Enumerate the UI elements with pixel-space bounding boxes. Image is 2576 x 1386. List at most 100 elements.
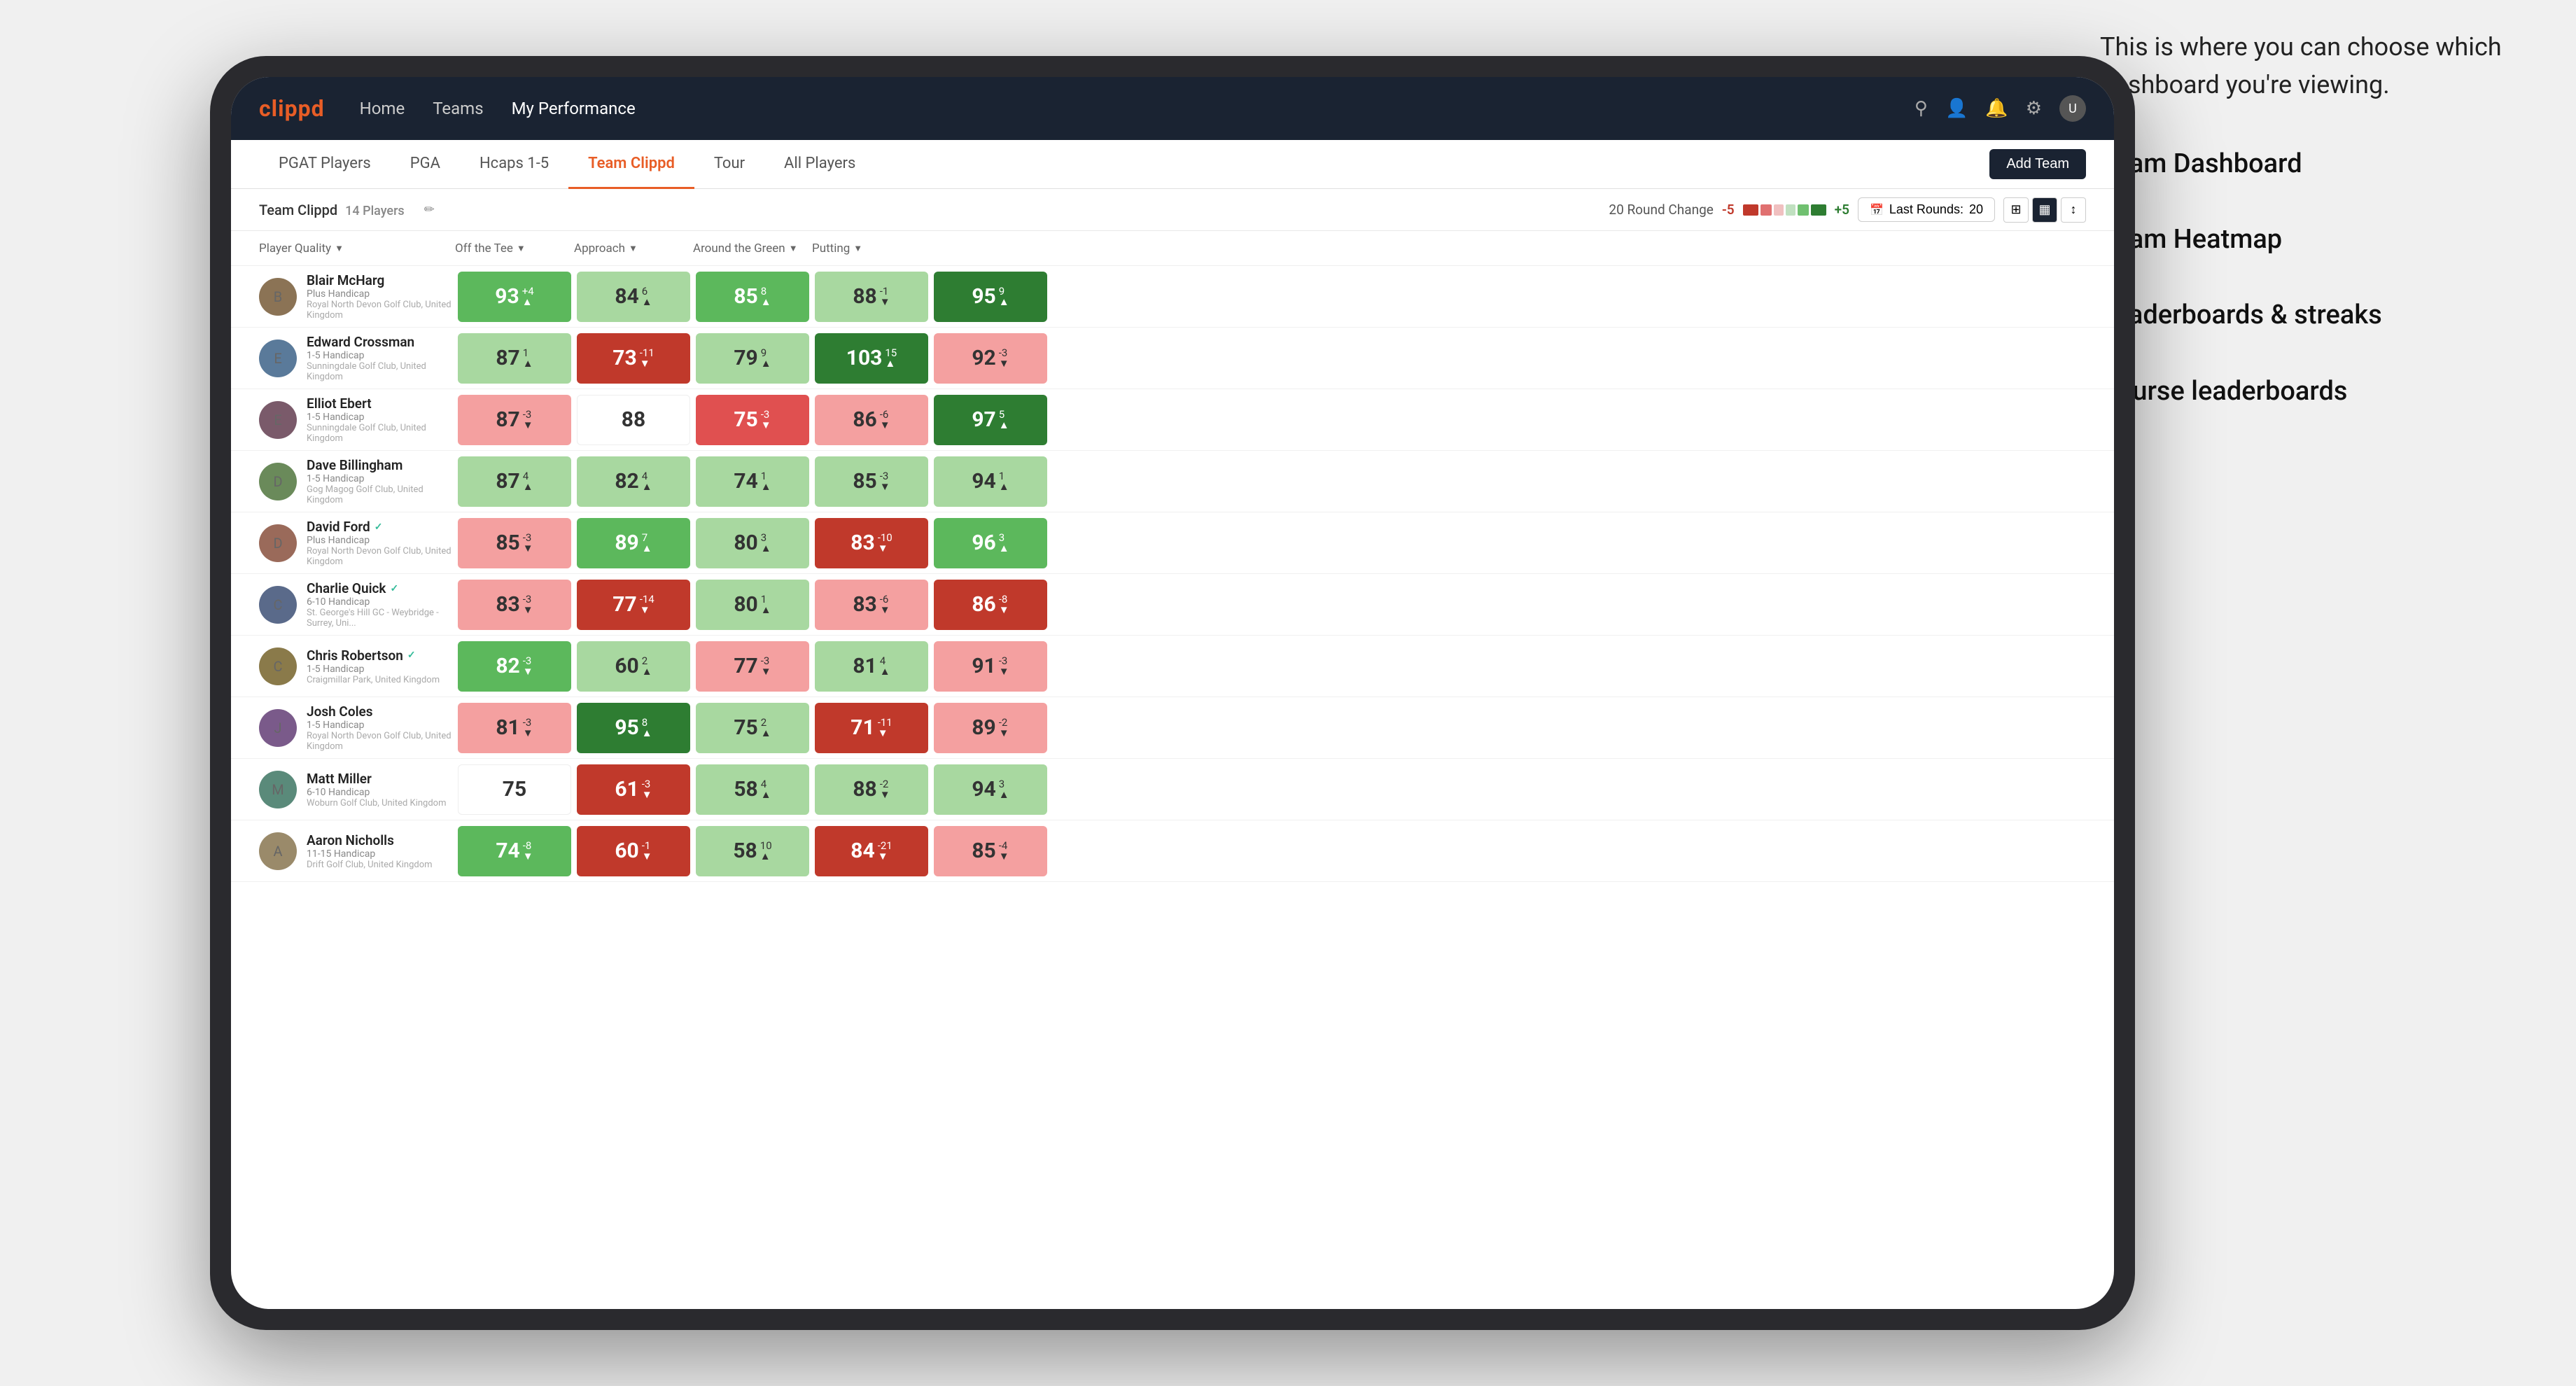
tab-tour[interactable]: Tour: [694, 140, 764, 189]
score-value: 92: [972, 346, 995, 370]
score-value: 83: [850, 531, 874, 555]
annotation-item-3: Course leaderboards: [2100, 373, 2520, 410]
score-value: 96: [972, 531, 995, 555]
score-value: 95: [972, 284, 995, 309]
last-rounds-button[interactable]: 📅 Last Rounds: 20: [1858, 197, 1995, 222]
player-name: Dave Billingham: [307, 457, 455, 473]
score-value: 88: [853, 777, 876, 802]
color-seg-pale-red: [1774, 204, 1784, 216]
player-club: Royal North Devon Golf Club, United King…: [307, 546, 455, 567]
score-change: -8▼: [523, 841, 533, 862]
player-name: Josh Coles: [307, 704, 455, 720]
score-value: 74: [496, 839, 519, 863]
table-row: BBlair McHargPlus HandicapRoyal North De…: [231, 266, 2114, 328]
player-info-5[interactable]: CCharlie Quick✓6-10 HandicapSt. George's…: [259, 580, 455, 629]
score-cell-8-2: 584▲: [696, 764, 809, 815]
score-change: 9▲: [761, 348, 771, 369]
score-change: 8▲: [642, 718, 652, 738]
score-cell-4-3: 83-10▼: [815, 518, 928, 568]
score-value: 83: [853, 592, 876, 617]
player-info-6[interactable]: CChris Robertson✓1-5 HandicapCraigmillar…: [259, 648, 455, 685]
table-header: Player Quality▼ Off the Tee▼ Approach▼ A…: [231, 231, 2114, 266]
grid-view-button[interactable]: ⊞: [2003, 197, 2029, 223]
score-change: 8▲: [761, 286, 771, 307]
score-value: 88: [853, 284, 876, 309]
score-value: 71: [850, 715, 874, 740]
score-change: -21▼: [878, 841, 892, 862]
player-name: Matt Miller: [307, 771, 447, 787]
player-info-0[interactable]: BBlair McHargPlus HandicapRoyal North De…: [259, 272, 455, 321]
player-name: Aaron Nicholls: [307, 832, 433, 848]
tab-all-players[interactable]: All Players: [764, 140, 875, 189]
player-club: Woburn Golf Club, United Kingdom: [307, 798, 447, 808]
settings-icon[interactable]: ⚙: [2026, 98, 2042, 119]
tab-hcaps-1-5[interactable]: Hcaps 1-5: [460, 140, 568, 189]
player-info-1[interactable]: EEdward Crossman1-5 HandicapSunningdale …: [259, 334, 455, 382]
avatar: B: [259, 278, 297, 316]
tab-links: PGAT PlayersPGAHcaps 1-5Team ClippdTourA…: [259, 140, 1989, 189]
table-row: DDavid Ford✓Plus HandicapRoyal North Dev…: [231, 512, 2114, 574]
score-change: -3▼: [523, 533, 533, 554]
score-change: 4▲: [523, 471, 533, 492]
table-row: EElliot Ebert1-5 HandicapSunningdale Gol…: [231, 389, 2114, 451]
avatar-icon[interactable]: U: [2059, 95, 2086, 122]
search-icon[interactable]: ⚲: [1914, 98, 1928, 119]
player-club: St. George's Hill GC - Weybridge - Surre…: [307, 608, 455, 629]
nav-link-home[interactable]: Home: [360, 99, 405, 118]
player-info-9[interactable]: AAaron Nicholls11-15 HandicapDrift Golf …: [259, 832, 455, 870]
tab-pgat-players[interactable]: PGAT Players: [259, 140, 391, 189]
score-cell-0-3: 88-1▼: [815, 272, 928, 322]
table-row: MMatt Miller6-10 HandicapWoburn Golf Clu…: [231, 759, 2114, 820]
color-seg-light-green: [1798, 204, 1809, 216]
score-cell-3-3: 85-3▼: [815, 456, 928, 507]
score-change: 1▲: [523, 348, 533, 369]
heatmap-view-button[interactable]: ▦: [2032, 197, 2057, 223]
score-value: 61: [615, 777, 638, 802]
player-info-2[interactable]: EElliot Ebert1-5 HandicapSunningdale Gol…: [259, 396, 455, 444]
player-club: Sunningdale Golf Club, United Kingdom: [307, 423, 455, 444]
score-value: 58: [734, 777, 757, 802]
nav-link-my-performance[interactable]: My Performance: [512, 99, 636, 118]
score-cell-4-4: 963▲: [934, 518, 1047, 568]
player-info-8[interactable]: MMatt Miller6-10 HandicapWoburn Golf Clu…: [259, 771, 455, 808]
col-around-green[interactable]: Around the Green▼: [693, 241, 812, 255]
score-value: 85: [734, 284, 757, 309]
edit-team-icon[interactable]: ✏: [424, 202, 435, 217]
score-cell-2-2: 75-3▼: [696, 395, 809, 445]
chart-view-button[interactable]: ↕: [2061, 197, 2086, 223]
nav-link-teams[interactable]: Teams: [433, 99, 483, 118]
score-change: 4▲: [761, 779, 771, 800]
user-icon[interactable]: 👤: [1945, 98, 1968, 119]
annotation-item-2: Leaderboards & streaks: [2100, 297, 2520, 334]
score-value: 87: [496, 407, 519, 432]
col-approach[interactable]: Approach▼: [574, 241, 693, 255]
nav-logo: clippd: [259, 95, 325, 122]
score-change: -3▼: [642, 779, 652, 800]
score-cell-0-1: 846▲: [577, 272, 690, 322]
player-club: Royal North Devon Golf Club, United King…: [307, 731, 455, 752]
players-list: BBlair McHargPlus HandicapRoyal North De…: [231, 266, 2114, 1309]
player-name: Edward Crossman: [307, 334, 455, 350]
verified-icon: ✓: [374, 522, 383, 533]
player-info-4[interactable]: DDavid Ford✓Plus HandicapRoyal North Dev…: [259, 519, 455, 567]
player-name: Elliot Ebert: [307, 396, 455, 412]
score-value: 91: [972, 654, 995, 678]
tab-pga[interactable]: PGA: [391, 140, 460, 189]
col-player-quality[interactable]: Player Quality▼: [259, 241, 455, 255]
score-cell-7-4: 89-2▼: [934, 703, 1047, 753]
score-cell-3-1: 824▲: [577, 456, 690, 507]
player-club: Sunningdale Golf Club, United Kingdom: [307, 361, 455, 382]
col-off-tee[interactable]: Off the Tee▼: [455, 241, 574, 255]
add-team-button[interactable]: Add Team: [1989, 149, 2086, 179]
score-change: -14▼: [640, 594, 654, 615]
table-row: JJosh Coles1-5 HandicapRoyal North Devon…: [231, 697, 2114, 759]
bell-icon[interactable]: 🔔: [1985, 98, 2008, 119]
table-row: DDave Billingham1-5 HandicapGog Magog Go…: [231, 451, 2114, 512]
tab-team-clippd[interactable]: Team Clippd: [568, 140, 694, 189]
player-info-3[interactable]: DDave Billingham1-5 HandicapGog Magog Go…: [259, 457, 455, 505]
score-cell-5-4: 86-8▼: [934, 580, 1047, 630]
tab-bar: PGAT PlayersPGAHcaps 1-5Team ClippdTourA…: [231, 140, 2114, 189]
score-cell-6-3: 814▲: [815, 641, 928, 692]
player-info-7[interactable]: JJosh Coles1-5 HandicapRoyal North Devon…: [259, 704, 455, 752]
col-putting[interactable]: Putting▼: [812, 241, 931, 255]
